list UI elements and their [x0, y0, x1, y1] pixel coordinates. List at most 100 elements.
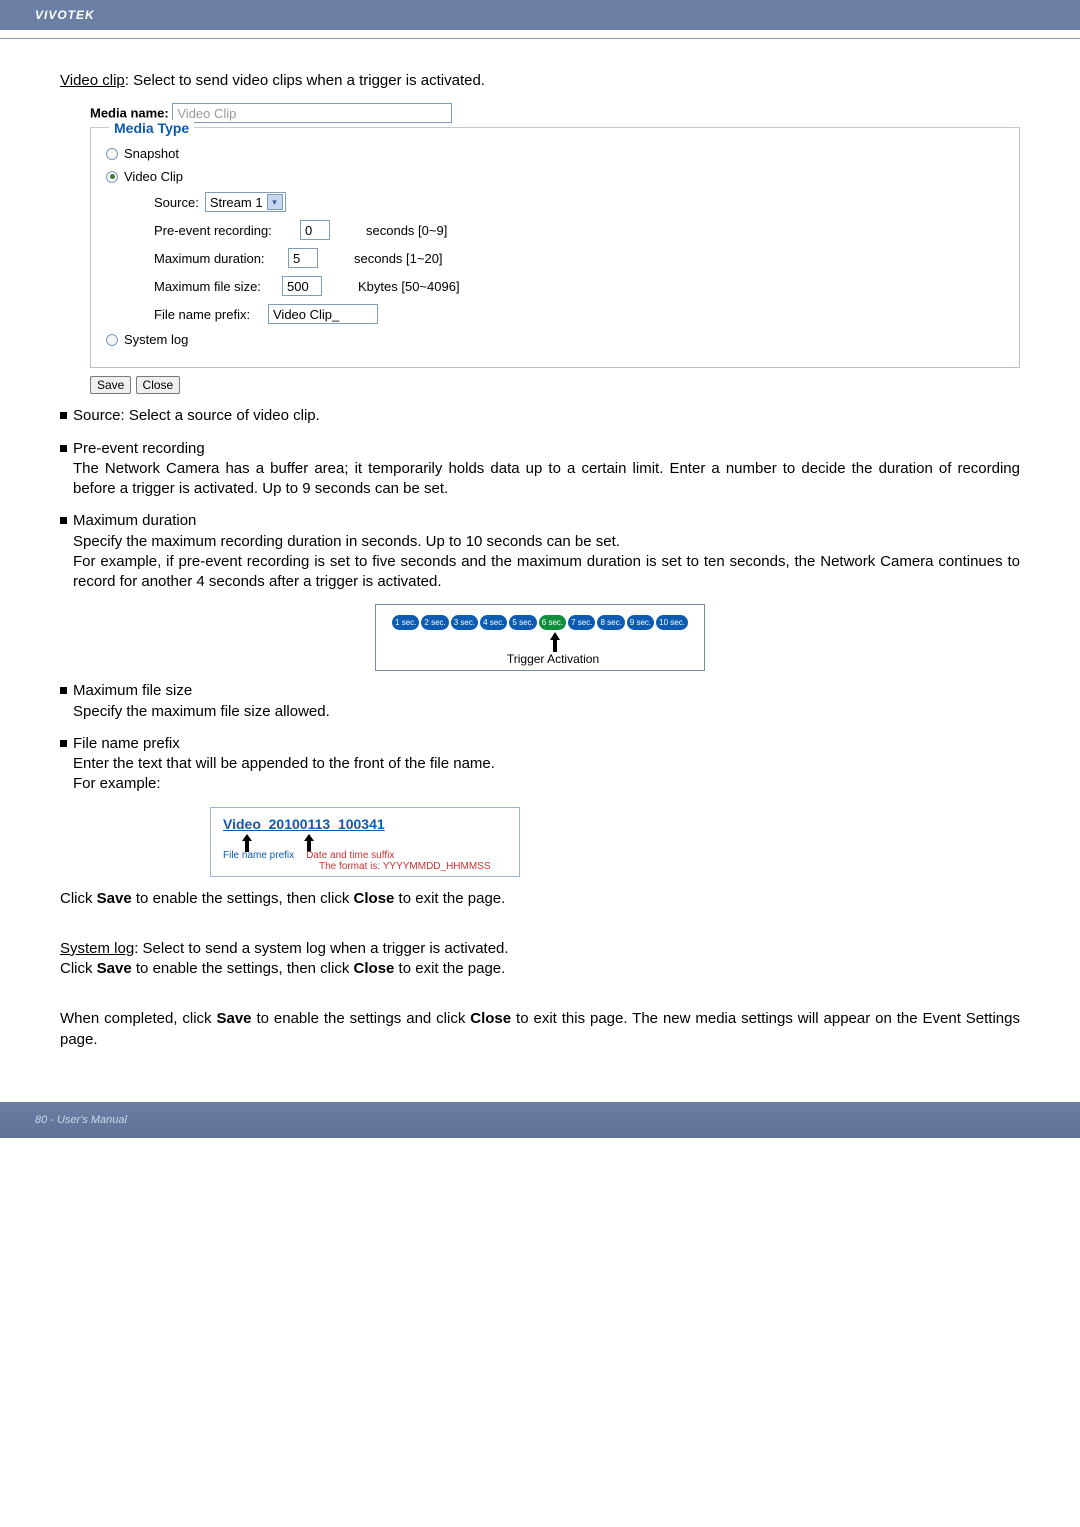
close-bold: Close [354, 960, 395, 977]
media-name-input[interactable] [172, 103, 452, 123]
page-content: Video clip: Select to send video clips w… [0, 39, 1080, 1082]
preevent-title: Pre-event recording [73, 439, 205, 459]
radio-icon [106, 148, 118, 160]
bullet-maxfilesize: Maximum file size Specify the maximum fi… [60, 681, 1020, 722]
system-log-label: System log [124, 332, 188, 347]
bullet-maxduration: Maximum duration Specify the maximum rec… [60, 511, 1020, 592]
save-bold: Save [97, 890, 132, 907]
bullet-source-text: Source: Select a source of video clip. [73, 406, 320, 426]
prefix-row: File name prefix: [154, 304, 1004, 324]
trigger-activation-label: Trigger Activation [412, 652, 694, 666]
pre-event-row: Pre-event recording: seconds [0~9] [154, 220, 1004, 240]
source-value: Stream 1 [210, 195, 263, 210]
form-buttons: Save Close [90, 376, 1020, 394]
video-clip-desc: : Select to send video clips when a trig… [125, 72, 485, 89]
bullet-icon [60, 517, 67, 524]
save-button[interactable]: Save [90, 376, 131, 394]
max-duration-input[interactable] [288, 248, 318, 268]
txt: to exit the page. [394, 890, 505, 907]
radio-checked-icon [106, 171, 118, 183]
bullet-source: Source: Select a source of video clip. [60, 406, 1020, 426]
bullet-icon [60, 412, 67, 419]
prefix-input[interactable] [268, 304, 378, 324]
prefix-example-title: Video_20100113_100341 [223, 816, 511, 832]
prefix-caption-row: File name prefix Date and time suffix [223, 850, 511, 861]
max-filesize-input[interactable] [282, 276, 322, 296]
txt: to enable the settings and click [252, 1010, 471, 1027]
bullet-prefix: File name prefix Enter the text that wil… [60, 734, 1020, 795]
lozenge: 8 sec. [597, 615, 624, 630]
video-clip-subfields: Source: Stream 1 ▾ Pre-event recording: … [136, 192, 1004, 324]
maxduration-body2: For example, if pre-event recording is s… [73, 552, 1020, 593]
bullet-icon [60, 740, 67, 747]
lozenge-active: 6 sec. [539, 615, 566, 630]
prefix-title: File name prefix [73, 734, 180, 754]
txt: Click [60, 890, 97, 907]
footer-page-label: 80 - User's Manual [35, 1114, 127, 1126]
media-form-screenshot: Media name: Media Type Snapshot Video Cl… [90, 103, 1020, 394]
save-close-line-2: Click Save to enable the settings, then … [60, 959, 1020, 979]
close-button[interactable]: Close [136, 376, 181, 394]
lozenge: 9 sec. [627, 615, 654, 630]
system-log-option[interactable]: System log [106, 332, 1004, 347]
lozenges-row: 1 sec. 2 sec. 3 sec. 4 sec. 5 sec. 6 sec… [386, 615, 694, 630]
system-log-intro: System log: Select to send a system log … [60, 939, 1020, 959]
video-clip-option[interactable]: Video Clip [106, 169, 1004, 184]
max-duration-row: Maximum duration: seconds [1~20] [154, 248, 1004, 268]
max-duration-label: Maximum duration: [154, 251, 282, 266]
media-type-legend: Media Type [109, 120, 194, 136]
radio-icon [106, 334, 118, 346]
media-name-row: Media name: [90, 103, 1020, 123]
completed-line: When completed, click Save to enable the… [60, 1009, 1020, 1050]
source-select[interactable]: Stream 1 ▾ [205, 192, 286, 212]
lozenge: 1 sec. [392, 615, 419, 630]
prefix-caption-2: Date and time suffix [306, 850, 394, 861]
save-bold: Save [97, 960, 132, 977]
lozenge: 4 sec. [480, 615, 507, 630]
media-type-fieldset: Media Type Snapshot Video Clip Source: S… [90, 127, 1020, 368]
pre-event-hint: seconds [0~9] [366, 223, 447, 238]
video-clip-heading: Video clip [60, 72, 125, 89]
lozenge: 7 sec. [568, 615, 595, 630]
video-clip-intro: Video clip: Select to send video clips w… [60, 71, 1020, 91]
snapshot-label: Snapshot [124, 146, 179, 161]
prefix-body: Enter the text that will be appended to … [73, 754, 1020, 774]
chevron-down-icon: ▾ [267, 194, 283, 210]
lozenge: 3 sec. [451, 615, 478, 630]
preevent-body: The Network Camera has a buffer area; it… [73, 459, 1020, 500]
bullet-icon [60, 687, 67, 694]
bullet-icon [60, 445, 67, 452]
max-filesize-hint: Kbytes [50~4096] [358, 279, 460, 294]
close-bold: Close [354, 890, 395, 907]
source-label: Source: [154, 195, 199, 210]
prefix-caption-1: File name prefix [223, 850, 294, 861]
video-clip-label: Video Clip [124, 169, 183, 184]
pre-event-input[interactable] [300, 220, 330, 240]
pre-event-label: Pre-event recording: [154, 223, 294, 238]
max-filesize-label: Maximum file size: [154, 279, 276, 294]
system-log-desc: : Select to send a system log when a tri… [134, 940, 508, 957]
source-row: Source: Stream 1 ▾ [154, 192, 1004, 212]
max-filesize-row: Maximum file size: Kbytes [50~4096] [154, 276, 1004, 296]
lozenge: 10 sec. [656, 615, 688, 630]
txt: to enable the settings, then click [132, 960, 354, 977]
maxfilesize-body: Specify the maximum file size allowed. [73, 702, 1020, 722]
timeline-diagram: 1 sec. 2 sec. 3 sec. 4 sec. 5 sec. 6 sec… [375, 604, 705, 671]
max-duration-hint: seconds [1~20] [354, 251, 443, 266]
prefix-label: File name prefix: [154, 307, 262, 322]
lozenge: 2 sec. [421, 615, 448, 630]
save-bold: Save [216, 1010, 251, 1027]
snapshot-option[interactable]: Snapshot [106, 146, 1004, 161]
system-log-heading: System log [60, 940, 134, 957]
for-example: For example: [73, 774, 1020, 794]
save-close-line-1: Click Save to enable the settings, then … [60, 889, 1020, 909]
txt: to enable the settings, then click [132, 890, 354, 907]
footer-bar: 80 - User's Manual [0, 1102, 1080, 1138]
maxduration-body1: Specify the maximum recording duration i… [73, 532, 1020, 552]
txt: When completed, click [60, 1010, 216, 1027]
header-bar: VIVOTEK [0, 0, 1080, 30]
bullet-preevent: Pre-event recording The Network Camera h… [60, 439, 1020, 500]
txt: to exit the page. [394, 960, 505, 977]
prefix-format-note: The format is: YYYYMMDD_HHMMSS [319, 861, 511, 872]
close-bold: Close [470, 1010, 511, 1027]
